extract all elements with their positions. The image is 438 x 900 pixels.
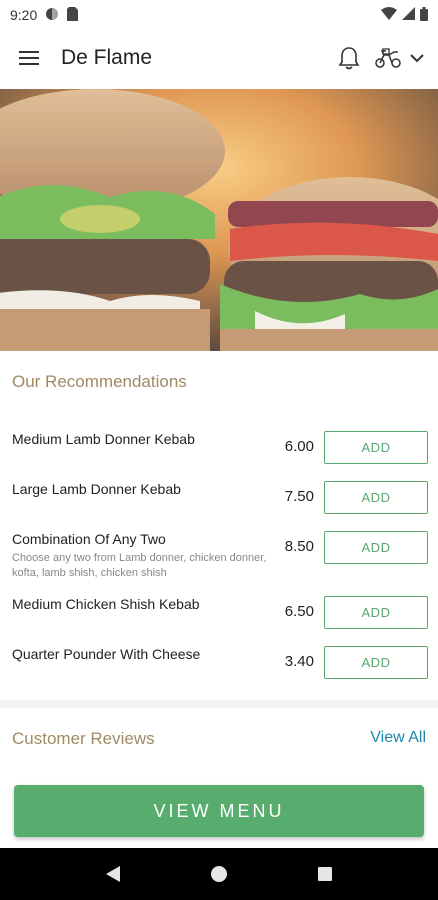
delivery-mode-selector[interactable] (374, 48, 424, 68)
menu-item: Medium Chicken Shish Kebab 6.50 ADD (0, 590, 438, 630)
add-button[interactable]: ADD (324, 596, 428, 629)
app-notification-icon (45, 7, 59, 24)
item-price: 6.00 (284, 438, 314, 455)
system-nav-bar (0, 848, 438, 900)
hero-burger-image (0, 89, 438, 351)
item-name: Medium Chicken Shish Kebab (12, 596, 200, 612)
recommendations-title: Our Recommendations (12, 372, 187, 391)
section-divider (0, 700, 438, 708)
item-name: Medium Lamb Donner Kebab (12, 431, 195, 447)
notifications-button[interactable] (338, 46, 360, 70)
menu-item: Medium Lamb Donner Kebab 6.00 ADD (0, 425, 438, 465)
item-description: Choose any two from Lamb donner, chicken… (12, 552, 267, 579)
item-price: 3.40 (284, 653, 314, 670)
add-button[interactable]: ADD (324, 531, 428, 564)
status-bar: 9:20 (0, 0, 438, 30)
app-title: De Flame (61, 46, 153, 69)
add-button[interactable]: ADD (324, 431, 428, 464)
menu-button[interactable] (14, 42, 46, 74)
chevron-down-icon (410, 54, 424, 63)
back-triangle-icon (106, 866, 120, 882)
sim-card-icon (67, 6, 79, 24)
bell-icon (338, 47, 360, 70)
view-menu-button[interactable]: VIEW MENU (14, 785, 424, 837)
cell-signal-icon (402, 7, 415, 23)
item-name: Combination Of Any Two (12, 531, 166, 547)
app-bar: De Flame (0, 30, 438, 86)
home-button[interactable] (199, 854, 239, 894)
item-price: 7.50 (284, 488, 314, 505)
menu-item: Quarter Pounder With Cheese 3.40 ADD (0, 640, 438, 680)
menu-item: Combination Of Any Two Choose any two fr… (0, 525, 438, 585)
item-price: 6.50 (284, 603, 314, 620)
item-name: Quarter Pounder With Cheese (12, 646, 201, 662)
recents-button[interactable] (305, 854, 345, 894)
reviews-title: Customer Reviews (12, 729, 155, 748)
back-button[interactable] (93, 854, 133, 894)
item-name: Large Lamb Donner Kebab (12, 481, 181, 497)
view-all-reviews-link[interactable]: View All (370, 729, 426, 747)
battery-icon (420, 6, 428, 24)
add-button[interactable]: ADD (324, 646, 428, 679)
add-button[interactable]: ADD (324, 481, 428, 514)
home-circle-icon (211, 866, 227, 882)
status-time: 9:20 (10, 7, 38, 23)
menu-item: Large Lamb Donner Kebab 7.50 ADD (0, 475, 438, 515)
wifi-icon (381, 7, 397, 23)
item-price: 8.50 (284, 538, 314, 555)
delivery-scooter-icon (375, 48, 401, 68)
hamburger-icon (19, 51, 39, 65)
recents-square-icon (318, 867, 332, 881)
